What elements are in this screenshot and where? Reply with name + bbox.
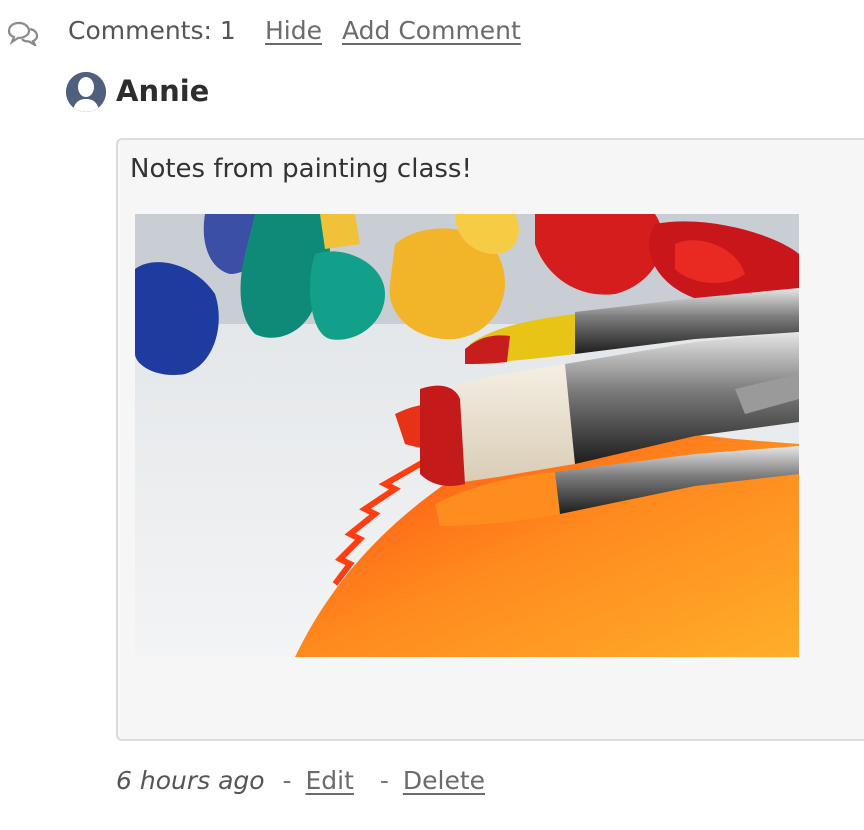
user-avatar-icon (66, 72, 106, 112)
separator: - (282, 766, 292, 795)
comment-body: Notes from painting class! (116, 138, 864, 741)
comment-meta: 6 hours ago - Edit - Delete (116, 766, 485, 802)
comments-count: Comments: 1 (68, 16, 236, 45)
comment-text: Notes from painting class! (130, 154, 472, 184)
separator: - (379, 766, 389, 795)
comment-image (135, 214, 799, 657)
hide-comments-link[interactable]: Hide (265, 16, 322, 45)
author-name: Annie (116, 74, 210, 108)
comment-timestamp: 6 hours ago (116, 766, 265, 795)
chat-bubbles-icon (6, 20, 40, 48)
edit-comment-link[interactable]: Edit (306, 766, 354, 795)
delete-comment-link[interactable]: Delete (403, 766, 485, 795)
add-comment-link[interactable]: Add Comment (342, 16, 521, 45)
comments-header: Comments: 1 Hide Add Comment (0, 0, 864, 62)
